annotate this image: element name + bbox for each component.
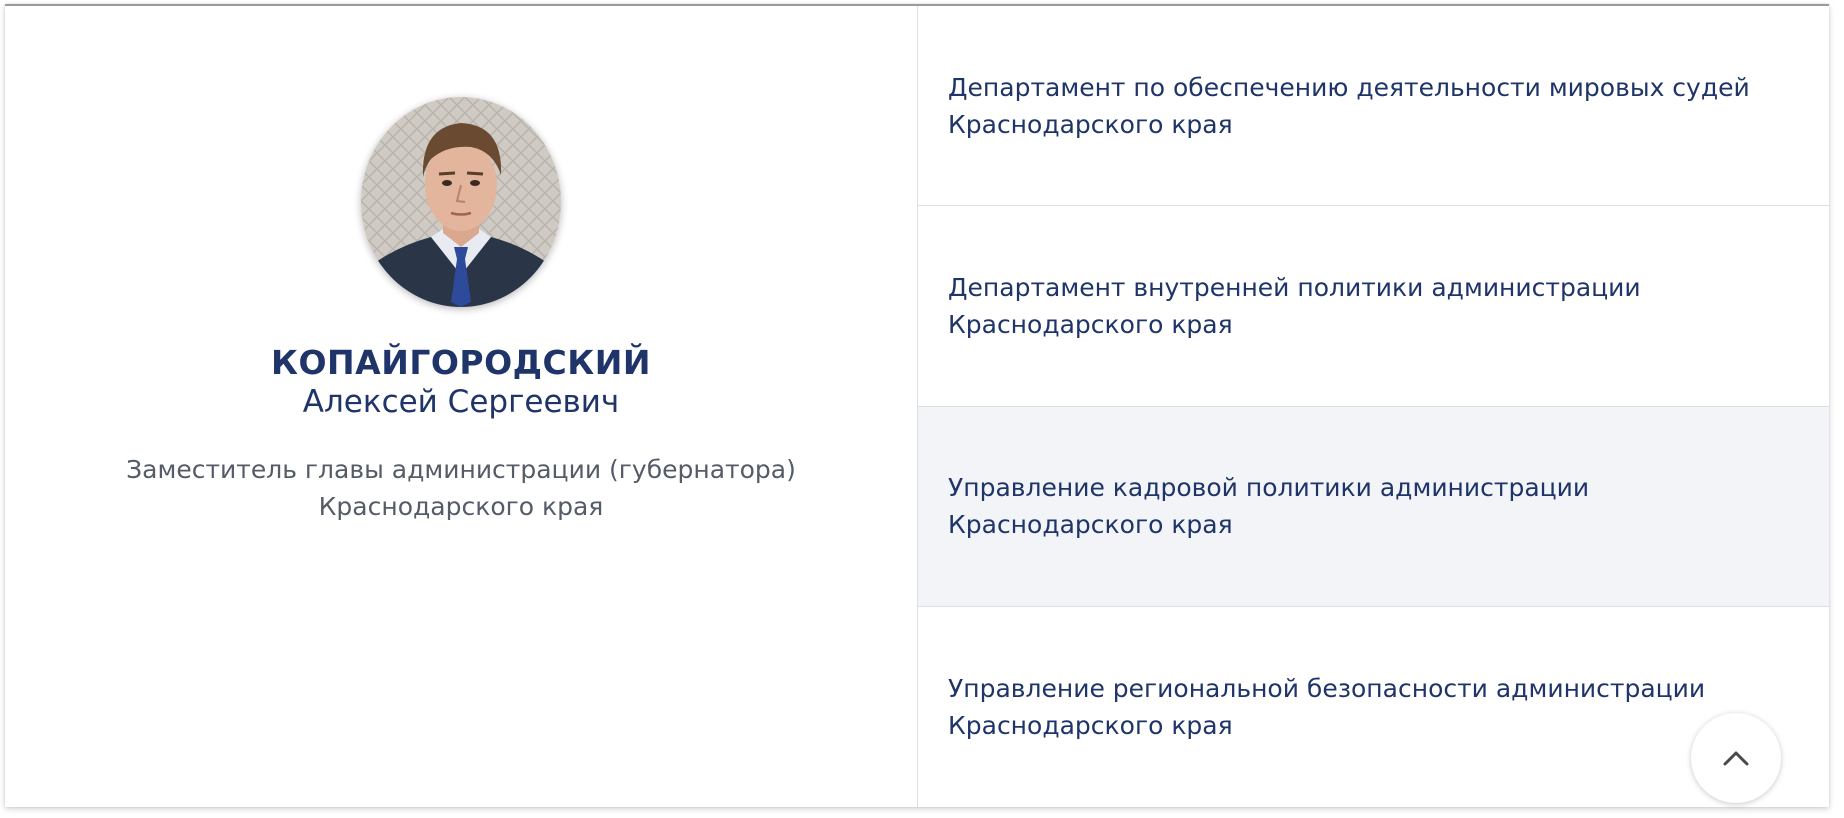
department-item-active[interactable]: Управление кадровой политики администрац… [918, 406, 1829, 607]
official-card: КОПАЙГОРОДСКИЙ Алексей Сергеевич Замести… [5, 4, 1829, 807]
department-label: Управление кадровой политики администрац… [948, 473, 1590, 540]
official-position: Заместитель главы администрации (губерна… [126, 455, 796, 521]
official-photo [361, 97, 561, 307]
page: КОПАЙГОРОДСКИЙ Алексей Сергеевич Замести… [0, 0, 1844, 818]
department-item[interactable]: Управление региональной безопасности адм… [918, 607, 1829, 807]
portrait-icon [361, 97, 561, 307]
department-label: Департамент внутренней политики админист… [948, 272, 1641, 339]
departments-list: Департамент по обеспечению деятельности … [918, 6, 1829, 807]
official-profile: КОПАЙГОРОДСКИЙ Алексей Сергеевич Замести… [5, 6, 918, 807]
department-item[interactable]: Департамент внутренней политики админист… [918, 206, 1829, 407]
department-label: Управление региональной безопасности адм… [948, 673, 1706, 740]
chevron-up-icon [1723, 751, 1749, 766]
official-given-names: Алексей Сергеевич [302, 384, 620, 420]
scroll-to-top-button[interactable] [1691, 713, 1781, 803]
department-item[interactable]: Департамент по обеспечению деятельности … [918, 6, 1829, 207]
official-surname: КОПАЙГОРОДСКИЙ [271, 343, 651, 382]
department-label: Департамент по обеспечению деятельности … [948, 72, 1750, 139]
